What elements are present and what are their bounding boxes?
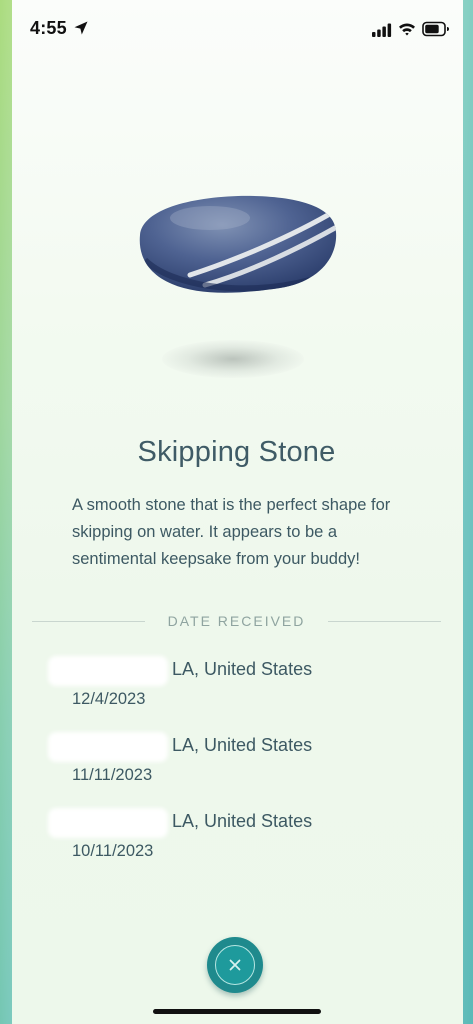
right-edge-gradient: [463, 0, 473, 1024]
date-entry: LA, United States 12/4/2023: [0, 652, 473, 712]
entry-date: 11/11/2023: [72, 766, 153, 784]
close-icon: [229, 959, 241, 971]
entry-location: LA, United States: [172, 811, 313, 831]
home-indicator: [153, 1009, 321, 1014]
close-button[interactable]: [207, 937, 263, 993]
entry-location: LA, United States: [172, 659, 313, 679]
skipping-stone-icon: [139, 195, 337, 293]
divider-line-right: [328, 621, 441, 622]
status-bar: 4:55: [0, 14, 473, 44]
close-button-inner: [215, 945, 255, 985]
left-edge-gradient: [0, 0, 12, 1024]
date-received-divider: DATE RECEIVED: [32, 611, 441, 633]
status-time: 4:55: [30, 18, 67, 38]
stone-shadow: [162, 340, 304, 378]
redacted-text: [48, 732, 168, 762]
item-title: Skipping Stone: [137, 436, 336, 468]
entry-location: LA, United States: [172, 735, 313, 755]
entry-date: 12/4/2023: [72, 690, 146, 708]
redacted-text: [48, 808, 168, 838]
wifi-icon: [399, 23, 415, 36]
date-entry: LA, United States 10/11/2023: [0, 804, 473, 864]
date-entry: LA, United States 11/11/2023: [0, 728, 473, 788]
item-description: A smooth stone that is the perfect shape…: [72, 496, 391, 568]
location-arrow-icon: [74, 21, 88, 35]
redacted-text: [48, 656, 168, 686]
cellular-signal-icon: [372, 23, 392, 37]
battery-icon: [422, 21, 449, 37]
entry-date: 10/11/2023: [72, 842, 154, 860]
